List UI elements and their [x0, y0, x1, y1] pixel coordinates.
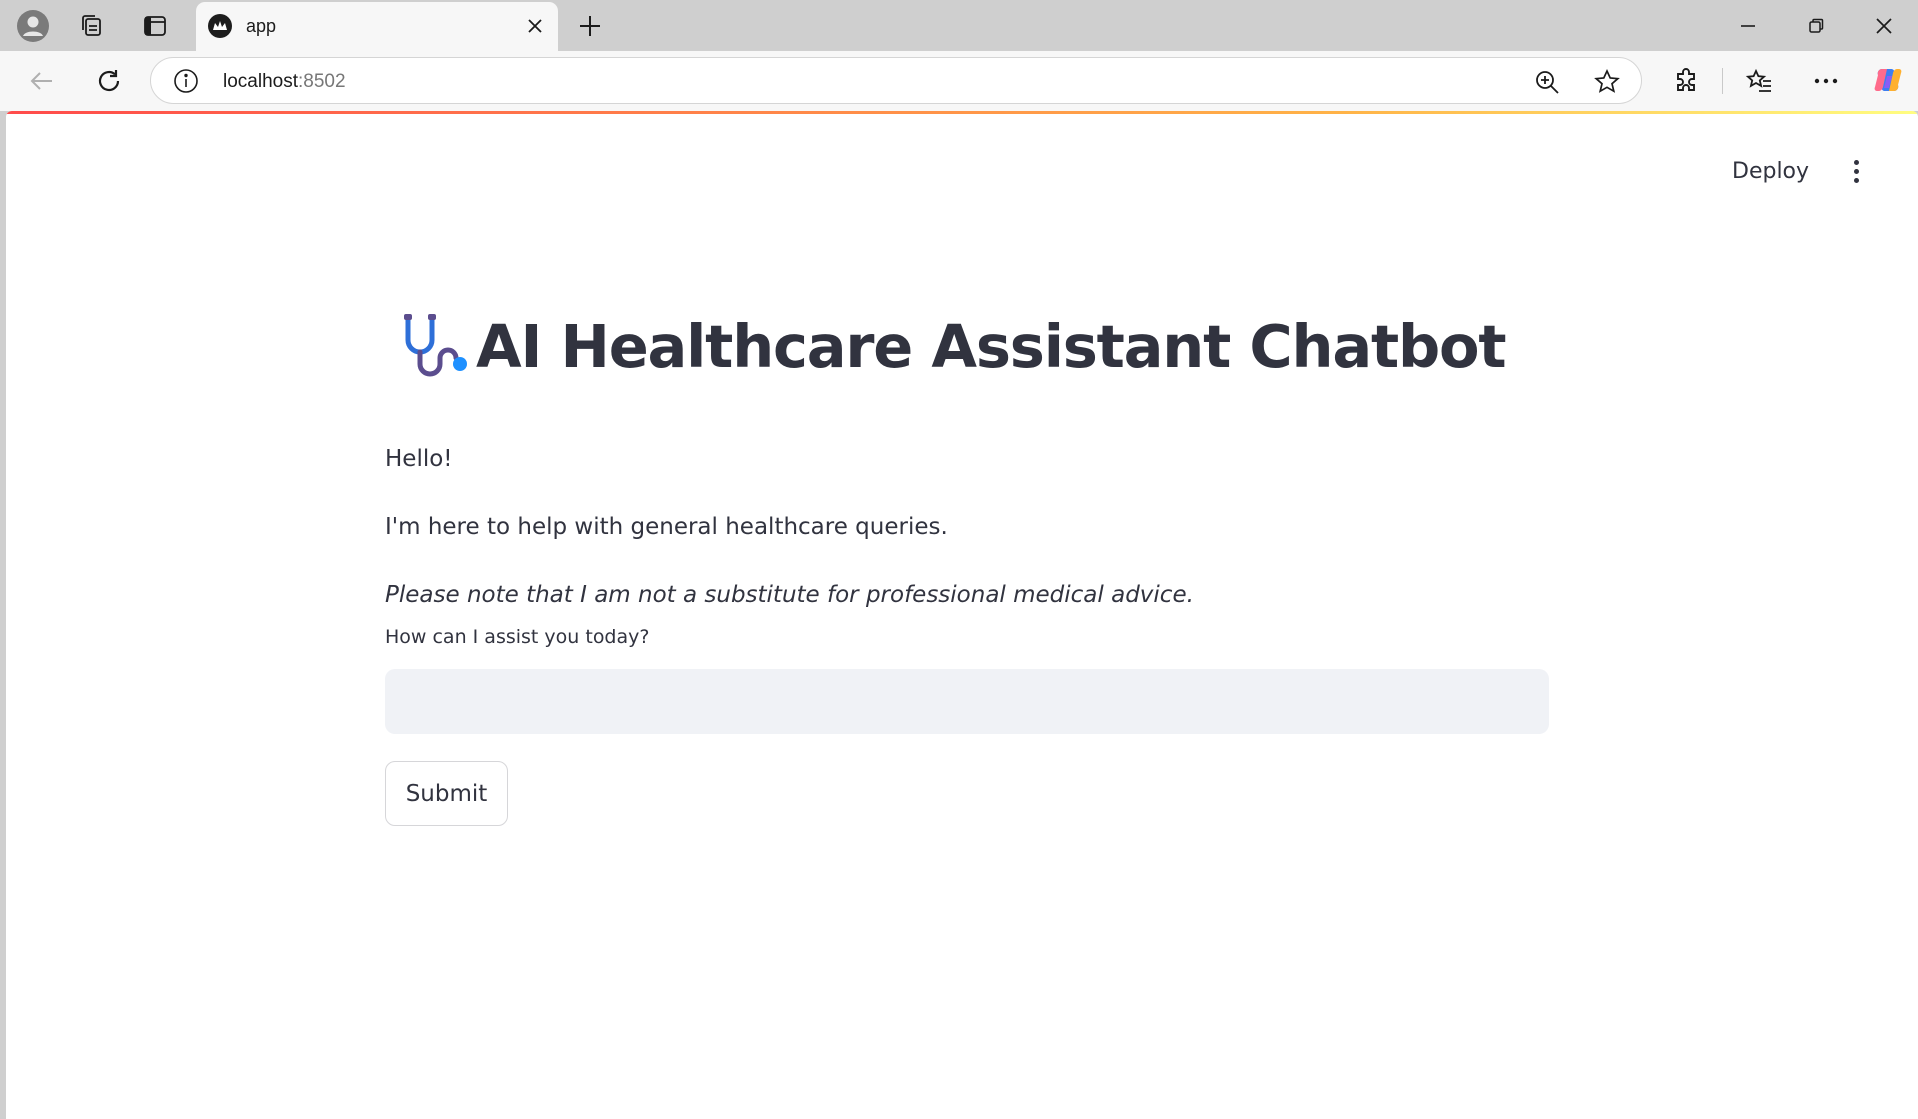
address-bar[interactable]: localhost:8502 — [150, 57, 1642, 104]
copilot-icon[interactable] — [1866, 59, 1910, 103]
browser-tab[interactable]: app — [196, 2, 558, 51]
query-input-label: How can I assist you today? — [385, 626, 650, 648]
url-host: localhost — [223, 71, 298, 92]
tab-bar: app — [0, 0, 1918, 51]
window-close-icon[interactable] — [1854, 4, 1914, 48]
toolbar-divider — [1722, 68, 1723, 94]
minimize-icon[interactable] — [1718, 4, 1778, 48]
browser-toolbar: localhost:8502 — [0, 51, 1918, 111]
plus-icon[interactable] — [570, 6, 610, 46]
puzzle-icon[interactable] — [1665, 59, 1709, 103]
page-title: AI Healthcare Assistant Chatbot — [476, 311, 1507, 381]
close-icon[interactable] — [520, 11, 550, 41]
intro-text: I'm here to help with general healthcare… — [385, 514, 948, 540]
stethoscope-icon — [404, 314, 467, 377]
collections-icon[interactable] — [73, 6, 113, 46]
submit-button[interactable]: Submit — [385, 761, 508, 826]
url-port: :8502 — [298, 71, 346, 92]
greeting-text: Hello! — [385, 446, 453, 472]
tab-actions-icon[interactable] — [135, 6, 175, 46]
deploy-button[interactable]: Deploy — [1724, 155, 1817, 188]
refresh-icon[interactable] — [87, 59, 131, 103]
streamlit-icon — [208, 14, 232, 38]
query-input[interactable] — [385, 669, 1549, 734]
header-decoration-bar — [6, 111, 1918, 114]
main-menu-icon[interactable] — [1842, 153, 1870, 189]
favorites-icon[interactable] — [1737, 59, 1781, 103]
profile-icon[interactable] — [13, 6, 53, 46]
url-text[interactable]: localhost:8502 — [223, 71, 346, 93]
disclaimer-text: Please note that I am not a substitute f… — [385, 582, 1194, 608]
page-title-row: AI Healthcare Assistant Chatbot — [394, 301, 1507, 391]
star-icon[interactable] — [1592, 67, 1622, 97]
restore-icon[interactable] — [1786, 4, 1846, 48]
app-viewport: Deploy AI Healthcare Assistant Chatbot H… — [6, 111, 1918, 1119]
tab-title: app — [246, 16, 277, 36]
zoom-in-icon[interactable] — [1532, 67, 1562, 97]
more-icon[interactable] — [1804, 59, 1848, 103]
back-arrow-icon[interactable] — [20, 59, 64, 103]
info-icon[interactable] — [173, 68, 199, 94]
